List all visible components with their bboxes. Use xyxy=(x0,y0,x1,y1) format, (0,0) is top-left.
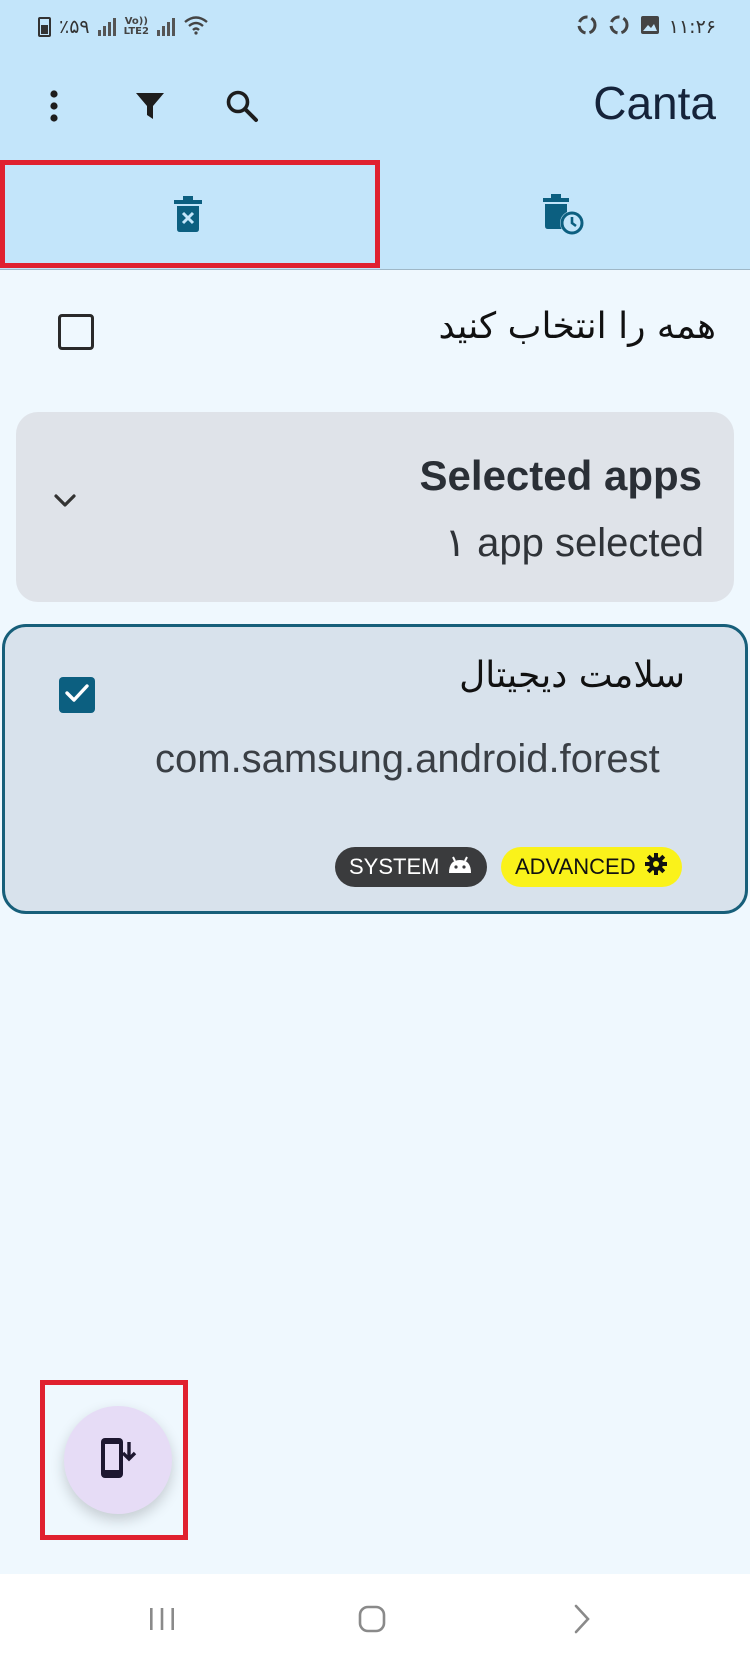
signal-icon xyxy=(97,18,116,36)
app-list-item[interactable]: سلامت دیجیتال com.samsung.android.forest… xyxy=(2,624,748,914)
search-icon xyxy=(225,89,259,127)
selected-apps-title: Selected apps xyxy=(419,452,702,499)
app-package: com.samsung.android.forest xyxy=(155,737,660,781)
system-badge: SYSTEM xyxy=(335,847,488,887)
gallery-icon xyxy=(639,14,661,41)
tab-divider xyxy=(0,269,750,270)
status-bar: ٪۵۹ Vo)) LTE2 ۱۱:۲۶ xyxy=(0,0,750,56)
chevron-down-icon[interactable] xyxy=(52,492,78,514)
tab-uninstall[interactable] xyxy=(0,162,375,270)
search-button[interactable] xyxy=(214,80,270,136)
advanced-badge-label: ADVANCED xyxy=(515,854,636,879)
tab-bar xyxy=(0,162,750,270)
selected-apps-card[interactable]: Selected apps ۱ app selected xyxy=(16,412,734,602)
clock-time: ۱۱:۲۶ xyxy=(668,16,716,38)
battery-percent: ٪۵۹ xyxy=(59,16,90,38)
sync-icon-2 xyxy=(607,13,631,42)
advanced-badge: ADVANCED xyxy=(501,847,682,887)
wifi-icon xyxy=(183,15,209,40)
more-vert-icon xyxy=(48,89,60,127)
install-fab[interactable] xyxy=(64,1406,172,1514)
battery-icon xyxy=(38,17,51,37)
filter-button[interactable] xyxy=(122,80,178,136)
sync-icon xyxy=(575,13,599,42)
select-all-label: همه را انتخاب کنید xyxy=(438,306,716,347)
home-button[interactable] xyxy=(342,1594,402,1648)
delete-x-icon xyxy=(173,196,202,236)
select-all-checkbox[interactable] xyxy=(58,314,94,350)
system-badge-label: SYSTEM xyxy=(349,854,440,879)
check-icon xyxy=(64,683,90,707)
volte-label: Vo)) LTE2 xyxy=(124,17,149,37)
recents-button[interactable] xyxy=(132,1594,192,1648)
phone-download-icon xyxy=(98,1436,138,1484)
app-bar: Canta xyxy=(0,56,750,162)
selected-apps-count: ۱ app selected xyxy=(444,521,704,565)
app-title: Canta xyxy=(593,77,716,129)
back-chevron-icon xyxy=(572,1603,592,1639)
more-options-button[interactable] xyxy=(26,80,82,136)
app-name: سلامت دیجیتال xyxy=(459,655,685,696)
system-nav-bar xyxy=(0,1574,750,1667)
delete-clock-icon xyxy=(541,192,585,240)
android-icon xyxy=(447,854,473,880)
status-right: ۱۱:۲۶ xyxy=(575,12,716,42)
home-icon xyxy=(357,1604,387,1638)
filter-icon xyxy=(134,90,166,126)
volte-bottom: LTE2 xyxy=(123,26,149,37)
app-item-checkbox[interactable] xyxy=(59,677,95,713)
back-button[interactable] xyxy=(552,1594,612,1648)
gear-icon xyxy=(644,852,668,882)
recents-icon xyxy=(147,1606,177,1636)
tab-history[interactable] xyxy=(375,162,750,270)
status-left: ٪۵۹ Vo)) LTE2 xyxy=(38,12,209,42)
signal-icon-2 xyxy=(156,18,175,36)
